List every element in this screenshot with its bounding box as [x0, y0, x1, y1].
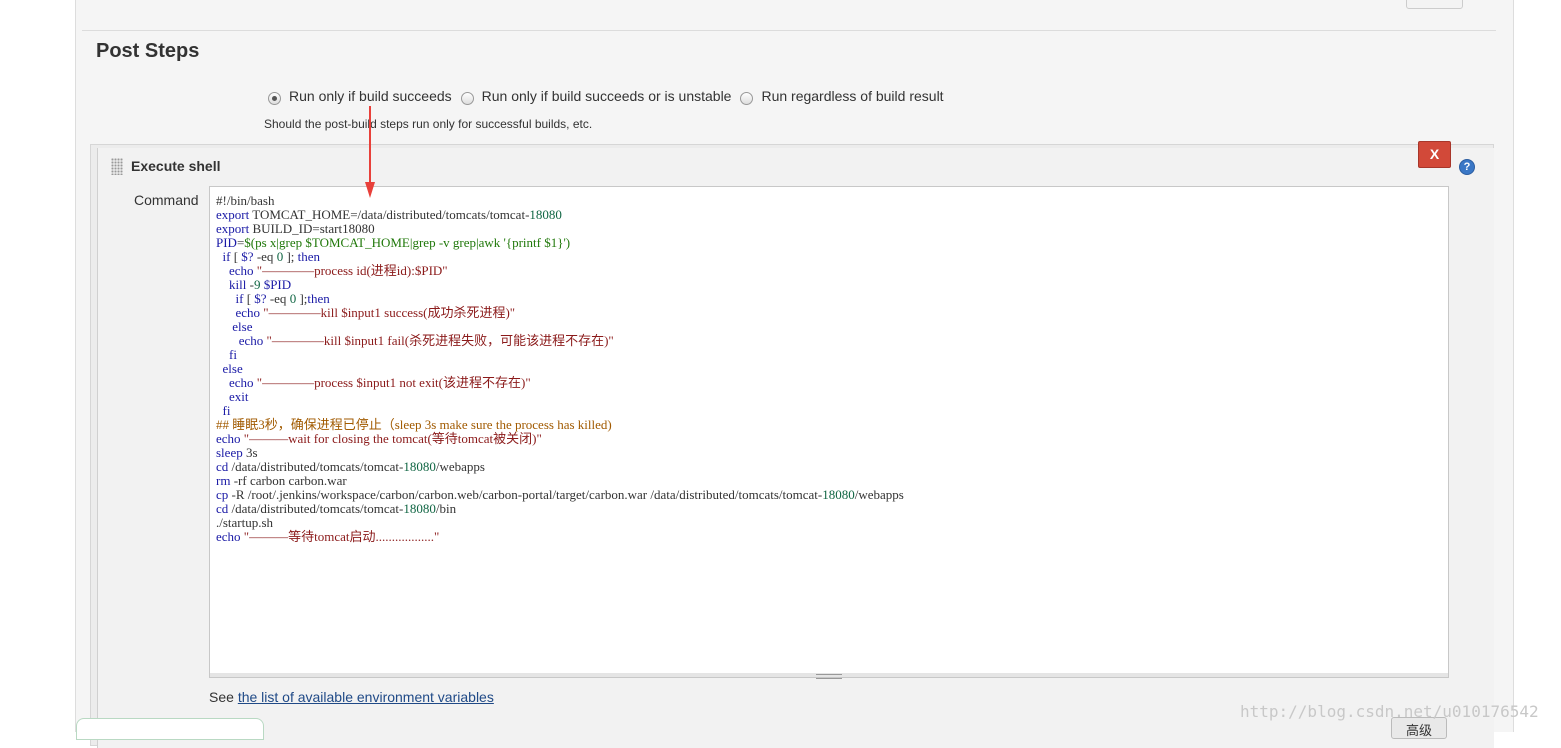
code-line: cd /data/distributed/tomcats/tomcat-1808… — [216, 459, 485, 474]
code-line: sleep 3s — [216, 445, 258, 460]
code-line: rm -rf carbon carbon.war — [216, 473, 347, 488]
code-line: echo "————process id(进程id):$PID" — [229, 263, 448, 278]
code-line: fi — [222, 403, 231, 418]
code-line: export BUILD_ID=start18080 — [216, 221, 375, 236]
code-line: exit — [229, 389, 249, 404]
section-title: Post Steps — [96, 40, 200, 62]
help-icon[interactable]: ? — [1459, 159, 1475, 175]
code-line: echo "———wait for closing the tomcat(等待t… — [216, 431, 542, 446]
code-line: else — [222, 361, 243, 376]
code-line: cp -R /root/.jenkins/workspace/carbon/ca… — [216, 487, 904, 502]
radio-option-succeeds[interactable]: Run only if build succeeds — [268, 88, 452, 105]
section-divider — [82, 30, 1496, 31]
radio-label: Run regardless of build result — [761, 88, 944, 104]
command-label: Command — [134, 192, 199, 208]
code-line: export TOMCAT_HOME=/data/distributed/tom… — [216, 207, 562, 222]
code-line: #!/bin/bash — [216, 193, 275, 208]
env-vars-prefix: See — [209, 689, 238, 705]
code-line: cd /data/distributed/tomcats/tomcat-1808… — [216, 501, 457, 516]
radio-button-regardless[interactable] — [740, 91, 754, 105]
command-code[interactable]: #!/bin/bash export TOMCAT_HOME=/data/dist… — [210, 187, 1448, 551]
code-line: echo "————process $input1 not exit(该进程不存… — [229, 375, 531, 390]
code-line: fi — [229, 347, 237, 362]
code-line: PID=$(ps x|grep $TOMCAT_HOME|grep -v gre… — [216, 235, 571, 250]
delete-step-button[interactable]: X — [1418, 141, 1451, 168]
red-arrow-annotation — [365, 106, 375, 198]
run-condition-group: Run only if build succeeds Run only if b… — [268, 88, 953, 105]
code-line: if [ $? -eq 0 ]; then — [222, 249, 321, 264]
run-condition-help: Should the post-build steps run only for… — [264, 117, 593, 131]
env-vars-line: See the list of available environment va… — [209, 689, 494, 705]
top-partial-button[interactable] — [1406, 0, 1463, 9]
radio-label: Run only if build succeeds — [289, 88, 452, 104]
code-line: if [ $? -eq 0 ];then — [235, 291, 330, 306]
code-line: echo "————kill $input1 success(成功杀死进程)" — [235, 305, 516, 320]
code-line: ./startup.sh — [216, 515, 274, 530]
radio-button-succeeds[interactable] — [268, 91, 281, 105]
command-editor[interactable]: #!/bin/bash export TOMCAT_HOME=/data/dist… — [209, 186, 1449, 674]
watermark-text: http://blog.csdn.net/u010176542 — [1240, 702, 1539, 721]
code-line: echo "———等待tomcat启动.................." — [216, 529, 440, 544]
code-line: else — [232, 319, 253, 334]
code-line: echo "————kill $input1 fail(杀死进程失败，可能该进程… — [238, 333, 614, 348]
code-line: ## 睡眠3秒，确保进程已停止（sleep 3s make sure the p… — [216, 417, 612, 432]
radio-button-unstable[interactable] — [460, 91, 474, 105]
code-line: kill -9 $PID — [229, 277, 292, 292]
build-step-title: Execute shell — [131, 158, 221, 174]
drag-handle-icon[interactable] — [111, 158, 123, 175]
env-vars-link[interactable]: the list of available environment variab… — [238, 689, 494, 705]
radio-option-unstable[interactable]: Run only if build succeeds or is unstabl… — [460, 88, 732, 105]
bottom-partial-panel — [76, 718, 264, 740]
radio-option-regardless[interactable]: Run regardless of build result — [740, 88, 944, 105]
radio-label: Run only if build succeeds or is unstabl… — [481, 88, 732, 104]
resize-grip-icon[interactable] — [816, 674, 842, 679]
